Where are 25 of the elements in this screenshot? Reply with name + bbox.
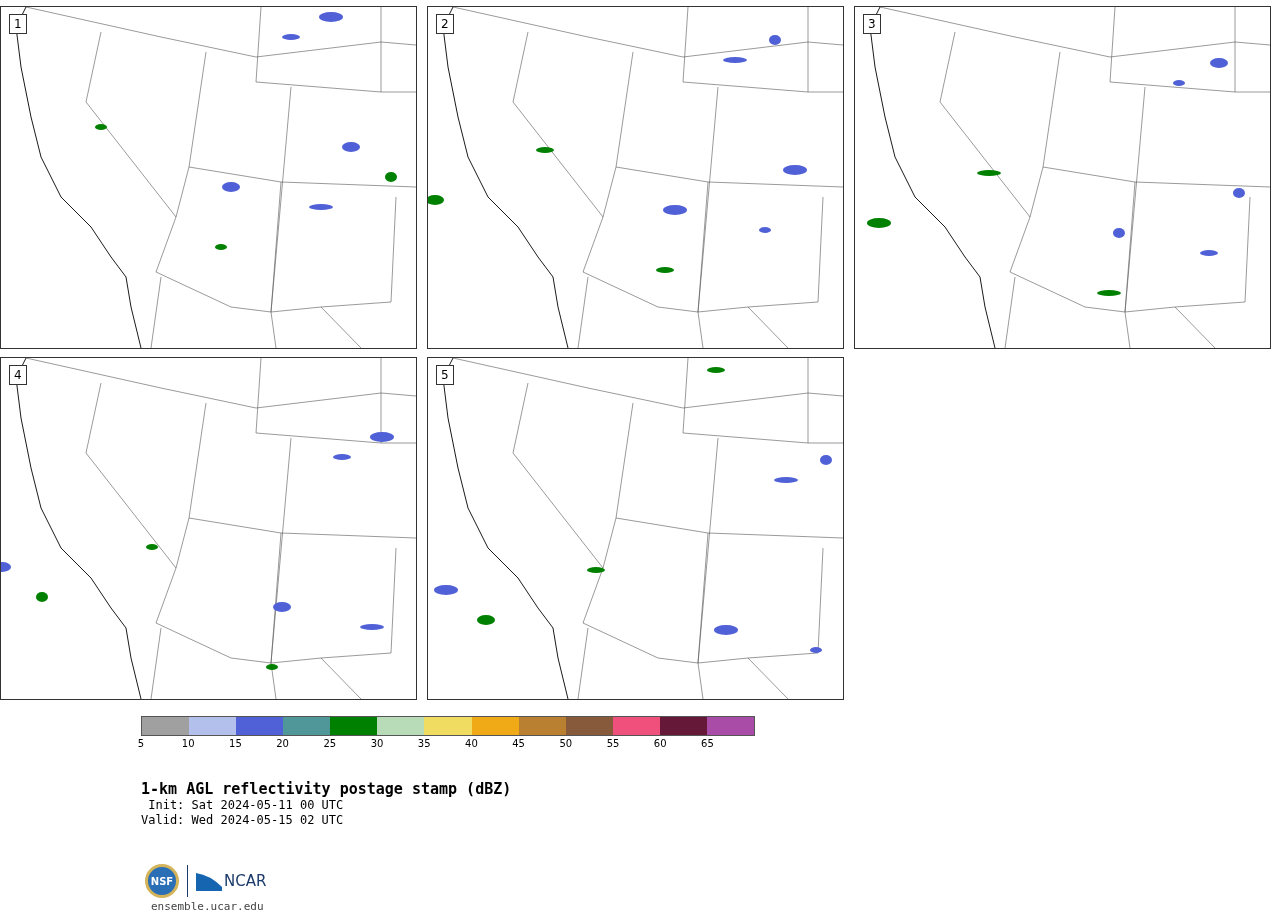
- tick-label: 55: [606, 738, 620, 750]
- valid-time: Valid: Wed 2024-05-15 02 UTC: [141, 813, 345, 828]
- tick-label: 60: [653, 738, 667, 750]
- chart-title: 1-km AGL reflectivity postage stamp (dBZ): [141, 780, 513, 798]
- tick-label: 15: [229, 738, 242, 750]
- ncar-logo-icon: [196, 871, 222, 891]
- tick-label: 65: [701, 738, 714, 750]
- nsf-logo: NSF: [145, 864, 179, 898]
- panel-number: 5: [436, 365, 454, 385]
- website-url: ensemble.ucar.edu: [151, 900, 265, 913]
- init-time: Init: Sat 2024-05-11 00 UTC: [147, 798, 345, 813]
- tick-label: 35: [417, 738, 431, 750]
- tick-label: 5: [137, 738, 145, 750]
- tick-label: 20: [276, 738, 289, 750]
- tick-label: 45: [512, 738, 525, 750]
- tick-label: 10: [181, 738, 195, 750]
- panel-number: 1: [9, 14, 27, 34]
- tick-label: 30: [370, 738, 384, 750]
- panel-number: 2: [436, 14, 454, 34]
- tick-label: 25: [323, 738, 337, 750]
- tick-label: 50: [559, 738, 573, 750]
- panel-number: 3: [863, 14, 881, 34]
- tick-label: 40: [465, 738, 478, 750]
- panel-number: 4: [9, 365, 27, 385]
- ncar-logo-text: NCAR: [224, 870, 267, 892]
